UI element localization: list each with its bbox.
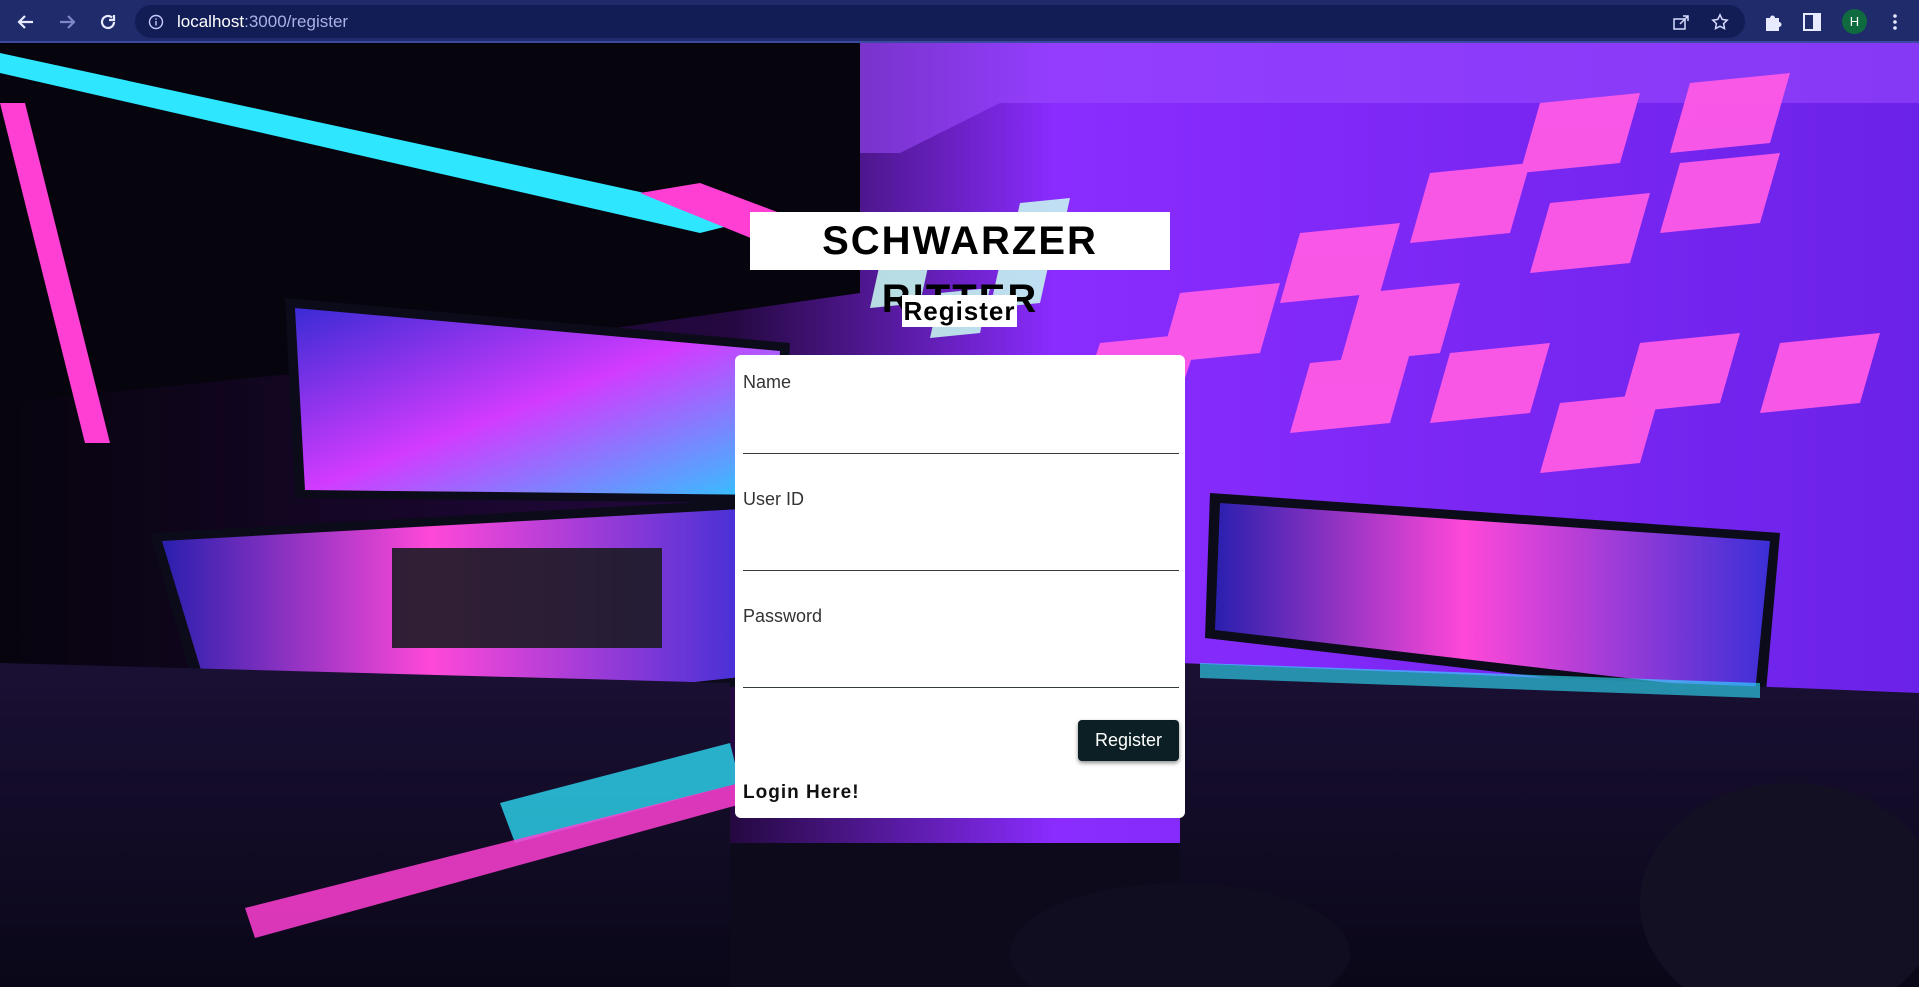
user-id-input[interactable] bbox=[743, 535, 1179, 571]
arrow-right-icon bbox=[60, 15, 76, 29]
back-button[interactable] bbox=[14, 10, 38, 34]
register-form: Name User ID Password Register Login Her… bbox=[735, 355, 1185, 818]
arrow-left-icon bbox=[17, 15, 33, 29]
kebab-menu-icon[interactable] bbox=[1884, 11, 1906, 33]
url-text[interactable]: localhost:3000/register bbox=[177, 12, 348, 32]
browser-toolbar: localhost:3000/register H bbox=[0, 0, 1919, 43]
password-input[interactable] bbox=[743, 652, 1179, 688]
reload-button[interactable] bbox=[96, 10, 120, 34]
user-id-label: User ID bbox=[743, 489, 805, 509]
name-label: Name bbox=[743, 372, 792, 392]
address-bar[interactable]: localhost:3000/register bbox=[135, 5, 1745, 38]
reload-icon bbox=[100, 14, 116, 30]
share-icon[interactable] bbox=[1672, 13, 1690, 31]
profile-avatar[interactable]: H bbox=[1842, 9, 1867, 34]
site-title: SCHWARZER RITTER bbox=[750, 212, 1170, 321]
register-button[interactable]: Register bbox=[1078, 720, 1179, 761]
password-label: Password bbox=[743, 606, 823, 626]
side-panel-icon[interactable] bbox=[1801, 11, 1823, 33]
form-heading: Register bbox=[902, 295, 1017, 327]
name-input[interactable] bbox=[743, 418, 1179, 454]
star-icon[interactable] bbox=[1711, 13, 1729, 31]
puzzle-icon[interactable] bbox=[1762, 11, 1784, 33]
login-link[interactable]: Login Here! bbox=[743, 782, 860, 804]
info-icon[interactable] bbox=[148, 14, 164, 30]
forward-button[interactable] bbox=[55, 10, 79, 34]
